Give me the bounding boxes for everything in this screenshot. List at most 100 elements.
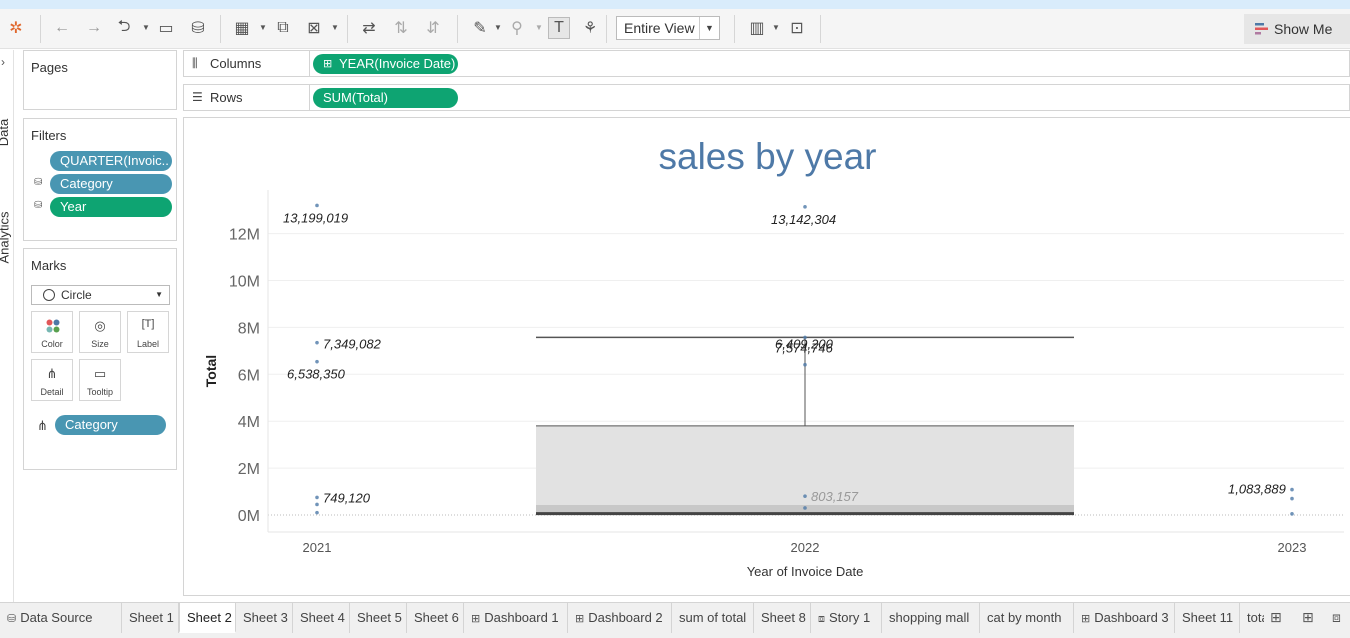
color-button[interactable]: Color bbox=[31, 311, 73, 353]
toolbar-separator bbox=[347, 15, 348, 43]
data-label: 13,142,304 bbox=[771, 212, 836, 227]
sheet-tab[interactable]: Sheet 5 bbox=[350, 603, 407, 633]
new-worksheet-icon[interactable]: ⊞ bbox=[1270, 609, 1282, 626]
scatter-point bbox=[803, 205, 807, 209]
presentation-mode-icon[interactable]: ⊡ bbox=[786, 17, 808, 39]
highlight-icon[interactable]: ✎ bbox=[469, 17, 491, 39]
label-icon: [T] bbox=[141, 318, 155, 330]
expand-icon[interactable]: ⊞ bbox=[323, 54, 332, 74]
redo-icon[interactable]: → bbox=[83, 17, 105, 39]
sheet-tab[interactable]: Sheet 11 bbox=[1175, 603, 1240, 633]
filters-card[interactable]: Filters QUARTER(Invoic.. ⛁ Category ⛁ Ye… bbox=[23, 118, 177, 241]
chart-canvas[interactable]: 0M 2M 4M 6M 8M 10M 12M Total 2021 2022 2023 Year of… bbox=[184, 118, 1350, 597]
y-tick-label: 4M bbox=[238, 414, 260, 431]
tableau-logo-icon[interactable]: ✲ bbox=[5, 17, 27, 39]
window-top-strip bbox=[0, 0, 1350, 9]
mark-type-select[interactable]: Circle ▼ bbox=[31, 285, 170, 305]
analytics-tab[interactable]: Analytics bbox=[0, 211, 12, 263]
marks-card[interactable]: Marks Circle ▼ Color ◎ Size [T] Label ⋔ … bbox=[23, 248, 177, 470]
dashboard-icon: ⊞ bbox=[1081, 613, 1091, 625]
fix-axes-icon[interactable]: ⚘ bbox=[579, 17, 601, 39]
sheet-tab[interactable]: Sheet 6 bbox=[407, 603, 464, 633]
columns-shelf-label: ⫼ Columns bbox=[184, 51, 310, 76]
show-me-button[interactable]: Show Me bbox=[1244, 14, 1350, 44]
detail-label: Detail bbox=[40, 387, 64, 397]
data-label: 7,349,082 bbox=[323, 337, 382, 352]
detail-button[interactable]: ⋔ Detail bbox=[31, 359, 73, 401]
sheet-tab[interactable]: ⛁ Data Source bbox=[0, 603, 122, 633]
marks-title: Marks bbox=[31, 258, 67, 273]
sheet-tab[interactable]: ⊞ Dashboard 1 bbox=[464, 603, 568, 633]
new-datasource-icon[interactable]: ⛁ bbox=[187, 17, 209, 39]
sheet-tab[interactable]: ⊞ Dashboard 2 bbox=[568, 603, 672, 633]
columns-shelf[interactable]: ⫼ Columns ⊞ YEAR(Invoice Date) bbox=[183, 50, 1350, 77]
show-cards-icon[interactable]: ▥ bbox=[746, 17, 768, 39]
replay-icon[interactable]: ⮌ bbox=[113, 17, 135, 39]
sort-ascending-icon[interactable]: ⇅ bbox=[390, 17, 412, 39]
sort-descending-icon[interactable]: ⇵ bbox=[422, 17, 444, 39]
columns-icon: ⫼ bbox=[192, 56, 198, 70]
y-tick-label: 12M bbox=[229, 227, 260, 244]
new-dashboard-icon[interactable]: ⊞ bbox=[1302, 609, 1314, 626]
sheet-tab[interactable]: cat by month bbox=[980, 603, 1074, 633]
swap-rows-columns-icon[interactable]: ⇄ bbox=[358, 17, 380, 39]
clear-dropdown-icon[interactable]: ▼ bbox=[331, 23, 339, 32]
filter-pill-year[interactable]: Year bbox=[50, 197, 172, 217]
rows-pill-total[interactable]: SUM(Total) bbox=[313, 88, 458, 108]
toolbar-separator bbox=[457, 15, 458, 43]
new-worksheet-icon[interactable]: ▦ bbox=[231, 17, 253, 39]
pages-title: Pages bbox=[31, 60, 68, 75]
database-icon: ⛁ bbox=[34, 177, 43, 188]
filter-pill-quarter[interactable]: QUARTER(Invoic.. bbox=[50, 151, 172, 171]
sheet-tab[interactable]: Sheet 3 bbox=[236, 603, 293, 633]
worksheet-view[interactable]: sales by year 0M 2M 4M 6M 8M 10M 12M Total 2021 2… bbox=[183, 117, 1350, 596]
highlight-dropdown-icon[interactable]: ▼ bbox=[494, 23, 502, 32]
undo-icon[interactable]: ← bbox=[51, 17, 73, 39]
filter-pill-category[interactable]: Category bbox=[50, 174, 172, 194]
show-cards-dropdown-icon[interactable]: ▼ bbox=[772, 23, 780, 32]
rows-shelf[interactable]: ☰ Rows SUM(Total) bbox=[183, 84, 1350, 111]
sheet-tab[interactable]: ⧈ Story 1 bbox=[811, 603, 882, 633]
new-story-icon[interactable]: ⧈ bbox=[1332, 609, 1341, 626]
data-label: 749,120 bbox=[323, 490, 371, 505]
new-worksheet-dropdown-icon[interactable]: ▼ bbox=[259, 23, 267, 32]
save-icon[interactable]: ▭ bbox=[155, 17, 177, 39]
chevron-down-icon[interactable]: ▼ bbox=[155, 286, 163, 304]
duplicate-sheet-icon[interactable]: ⧉ bbox=[272, 17, 294, 39]
rows-icon: ☰ bbox=[192, 90, 203, 104]
sheet-tab[interactable]: Sheet 8 bbox=[754, 603, 811, 633]
pages-card[interactable]: Pages bbox=[23, 50, 177, 110]
sheet-tab[interactable]: Sheet 2 bbox=[179, 603, 236, 633]
expand-panel-icon[interactable]: › bbox=[1, 55, 5, 69]
clear-sheet-icon[interactable]: ⊠ bbox=[303, 17, 325, 39]
data-label: 803,157 bbox=[811, 489, 859, 504]
y-axis-title: Total bbox=[203, 355, 219, 387]
label-button[interactable]: [T] Label bbox=[127, 311, 169, 353]
group-dropdown-icon[interactable]: ▼ bbox=[535, 23, 543, 32]
detail-icon: ⋔ bbox=[46, 366, 58, 381]
sheet-tab[interactable]: sum of total bbox=[672, 603, 754, 633]
show-mark-labels-icon[interactable]: T bbox=[548, 17, 570, 39]
mark-type-value: Circle bbox=[61, 288, 92, 302]
tooltip-button[interactable]: ▭ Tooltip bbox=[79, 359, 121, 401]
side-panel-tabs: › Data Analytics bbox=[0, 50, 14, 602]
fit-view-value: Entire View bbox=[624, 20, 695, 36]
replay-dropdown-icon[interactable]: ▼ bbox=[142, 23, 150, 32]
rows-shelf-label: ☰ Rows bbox=[184, 85, 310, 110]
group-members-icon[interactable]: ⚲ bbox=[506, 17, 528, 39]
columns-pill-year[interactable]: ⊞ YEAR(Invoice Date) bbox=[313, 54, 458, 74]
sheet-tab[interactable]: shopping mall bbox=[882, 603, 980, 633]
sheet-tabs-bar: tota Sheet 11 ⊞ Dashboard 3 cat by month shop… bbox=[0, 602, 1350, 638]
detail-pill-category[interactable]: Category bbox=[55, 415, 166, 435]
data-tab[interactable]: Data bbox=[0, 119, 11, 146]
fit-view-select[interactable]: Entire View ▼ bbox=[616, 16, 720, 40]
sheet-tab[interactable]: Sheet 4 bbox=[293, 603, 350, 633]
size-button[interactable]: ◎ Size bbox=[79, 311, 121, 353]
sheet-tab[interactable]: ⊞ Dashboard 3 bbox=[1074, 603, 1175, 633]
toolbar: ✲ ← → ⮌ ▼ ▭ ⛁ ▦ ▼ ⧉ ⊠ ▼ ⇄ ⇅ ⇵ ✎ ▼ ⚲ ▼ T … bbox=[0, 9, 1350, 49]
scatter-point bbox=[1290, 512, 1294, 516]
sheet-tab[interactable]: Sheet 1 bbox=[122, 603, 179, 633]
chevron-down-icon[interactable]: ▼ bbox=[699, 17, 719, 39]
y-tick-label: 6M bbox=[238, 367, 260, 384]
dashboard-icon: ⊞ bbox=[575, 613, 585, 625]
